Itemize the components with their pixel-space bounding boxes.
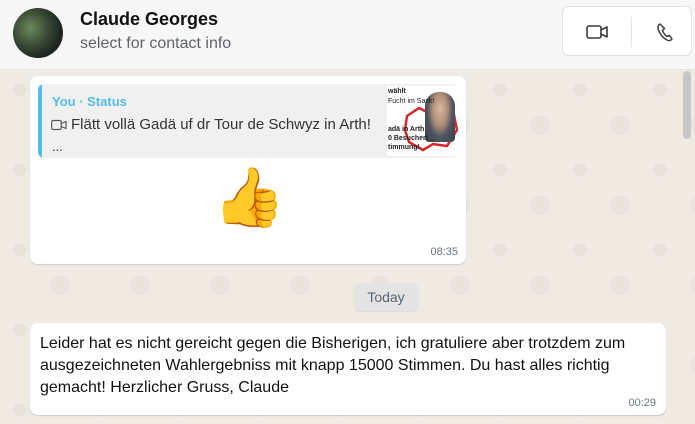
message-bubble-text[interactable]: Leider hat es nicht gereicht gegen die B… — [30, 323, 666, 415]
call-buttons-group — [562, 6, 692, 56]
video-call-button[interactable] — [577, 19, 617, 45]
video-camera-icon — [586, 25, 608, 39]
quoted-status[interactable]: You · Status Flätt vollä Gadä uf dr Tour… — [38, 84, 458, 158]
thumbnail-text-line: wählt — [388, 88, 406, 95]
thumbs-up-emoji: 👍 — [213, 165, 286, 230]
message-timestamp: 00:29 — [628, 397, 656, 409]
date-separator: Today — [354, 283, 418, 311]
quote-ellipsis: ... — [52, 139, 63, 154]
contact-name[interactable]: Claude Georges — [80, 9, 218, 30]
chat-scrollbar[interactable] — [683, 71, 691, 424]
thumbnail-text-line: 0 Besucher! — [388, 135, 429, 142]
status-thumbnail: wählt Fucht im Sack! adä in Arth 0 Besuc… — [387, 86, 458, 156]
voice-call-button[interactable] — [645, 19, 685, 45]
quote-text: Flätt vollä Gadä uf dr Tour de Schwyz in… — [71, 116, 371, 133]
chat-header[interactable]: Claude Georges select for contact info — [0, 0, 695, 70]
message-timestamp: 08:35 — [430, 246, 458, 258]
message-text: Leider hat es nicht gereicht gegen die B… — [40, 335, 626, 396]
thumbnail-text-line: Fucht im Sack! — [388, 98, 435, 105]
quote-accent-bar — [38, 84, 42, 158]
contact-info-hint[interactable]: select for contact info — [80, 35, 231, 53]
thumbnail-text-line: timmung! — [388, 144, 420, 151]
quote-author: You · Status — [52, 94, 127, 109]
thumbnail-text-line: adä in Arth — [388, 126, 425, 133]
phone-icon — [657, 23, 673, 42]
call-divider — [631, 17, 632, 47]
contact-avatar[interactable] — [13, 8, 63, 58]
message-bubble-status-reply[interactable]: You · Status Flätt vollä Gadä uf dr Tour… — [30, 76, 466, 264]
video-icon — [51, 119, 67, 131]
scrollbar-thumb[interactable] — [683, 71, 691, 139]
